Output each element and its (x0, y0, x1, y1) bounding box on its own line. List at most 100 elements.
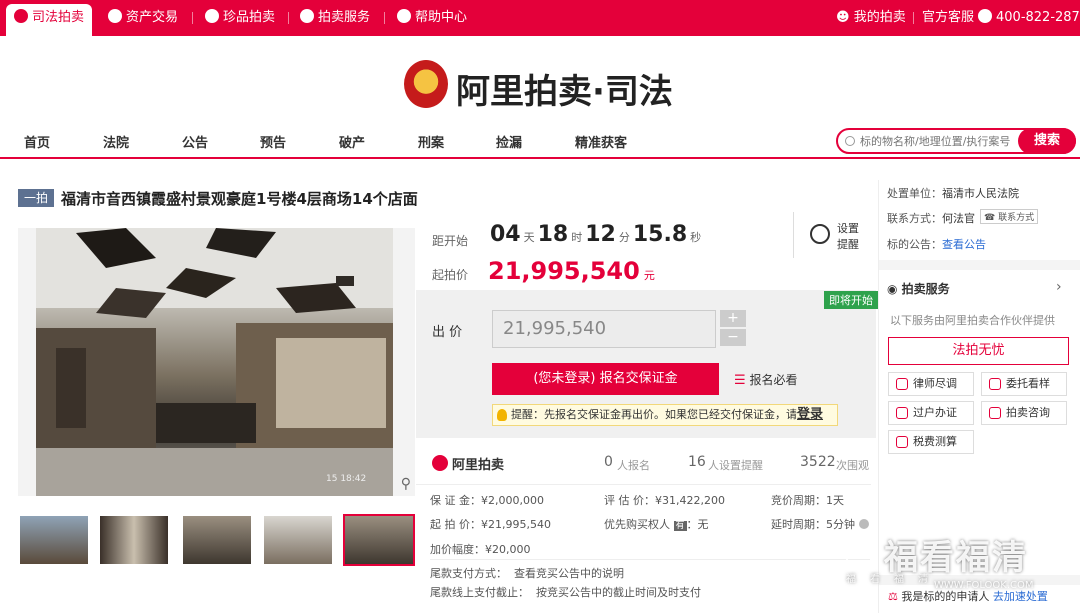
contact-info: 联系方式：何法官 (887, 212, 975, 225)
login-link[interactable]: 登录 (797, 407, 823, 422)
view-count: 3522 (800, 454, 836, 470)
start-price-label: 起拍价 (432, 268, 469, 282)
phone-icon (978, 9, 992, 23)
register-deposit-button[interactable]: (您未登录) 报名交保证金 (492, 363, 719, 395)
lawyer-check-button[interactable]: 律师尽调 (888, 372, 974, 396)
transfer-button[interactable]: 过户办证 (888, 401, 974, 425)
official-service-link[interactable]: 官方客服 (922, 0, 974, 36)
nav-auction-service[interactable]: 拍卖服务 (300, 0, 370, 36)
bid-input[interactable]: 21,995,540 (492, 310, 716, 348)
lawyer-icon (896, 378, 908, 390)
nav-home[interactable]: 首页 (24, 132, 50, 151)
service-phone: 400-822-2870 (978, 0, 1080, 36)
appraisal: 评 估 价：¥31,422,200 (604, 494, 725, 507)
entrust-viewing-button[interactable]: 委托看样 (981, 372, 1067, 396)
site-logo-text: 阿里拍卖·司法 (456, 72, 673, 112)
status-badge: 即将开始 (824, 291, 878, 309)
countdown: 04 天 18 时 12 分 15.8 秒 (490, 222, 702, 247)
nav-divider (0, 157, 1080, 159)
thumbnail[interactable] (264, 516, 332, 564)
calculator-icon (896, 436, 908, 448)
chevron-right-icon[interactable]: › (1056, 279, 1062, 295)
start-price-detail: 起 拍 价：¥21,995,540 (430, 518, 551, 531)
divider (430, 559, 870, 560)
item-title: 福清市音西镇霞盛村景观豪庭1号楼4层商场14个店面 (61, 190, 418, 208)
top-bar: 司法拍卖 资产交易 珍品拍卖 拍卖服务 帮助中心 ☻ 我的拍卖 官方客服 400… (0, 0, 1080, 36)
help-icon[interactable] (858, 519, 869, 529)
countdown-label: 距开始 (432, 234, 469, 248)
court-info: 处置单位：福清市人民法院 (887, 187, 1019, 200)
tax-calc-button[interactable]: 税费测算 (888, 430, 974, 454)
search-icon (845, 136, 855, 146)
asset-icon (108, 9, 122, 23)
nav-bankruptcy[interactable]: 破产 (339, 132, 365, 151)
stats-bar: 阿里拍卖 0 人报名 16 人设置提醒 3522 次围观 (416, 446, 876, 486)
bulb-icon (497, 409, 507, 421)
chat-icon (989, 407, 1001, 419)
thumbnail-selected[interactable] (343, 514, 415, 566)
must-read-link[interactable]: ☰ 报名必看 (734, 371, 798, 388)
reminder-count: 16 (688, 454, 706, 470)
bid-label: 出 价 (432, 325, 463, 340)
court-emblem-logo (404, 60, 448, 108)
nav-courts[interactable]: 法院 (103, 132, 129, 151)
worry-free-button[interactable]: 法拍无忧 (888, 337, 1069, 365)
search-button[interactable]: 搜索 (1018, 128, 1076, 154)
user-icon: ☻ (836, 10, 850, 25)
nav-asset-trading[interactable]: 资产交易 (108, 0, 178, 36)
thumbnail[interactable] (100, 516, 168, 564)
ali-auction-logo-icon (432, 455, 448, 471)
watermark: 福看福清 福 看 福 清 WWW.FOLOOK.COM (846, 536, 1034, 591)
search-box: 搜索 (836, 128, 1076, 154)
priority-buyer: 优先购买权人 有：无 (604, 518, 709, 531)
nav-treasure-auction[interactable]: 珍品拍卖 (205, 0, 275, 36)
treasure-icon (205, 9, 219, 23)
location-icon (989, 378, 1001, 390)
property-image: 15 18:42 (36, 228, 393, 496)
nav-criminal[interactable]: 刑案 (418, 132, 444, 151)
set-reminder-button[interactable]: 设置 提醒 (793, 212, 863, 258)
increase-button[interactable]: + (720, 310, 746, 327)
zoom-icon[interactable]: ⚲ (401, 476, 411, 492)
watermark-logo-icon (846, 536, 876, 566)
round-badge: 一拍 (18, 189, 54, 207)
help-icon (397, 9, 411, 23)
auction-period: 竞价周期：1天 (771, 494, 844, 507)
deposit: 保 证 金：¥2,000,000 (430, 494, 544, 507)
notice-info: 标的公告：查看公告 (887, 238, 986, 251)
search-input[interactable] (860, 133, 1010, 149)
service-description: 以下服务由阿里拍卖合作伙伴提供 (890, 314, 1055, 327)
coins-icon: ☰ (734, 373, 746, 388)
login-tip: 提醒：先报名交保证金再出价。如果您已经交付保证金，请登录 (492, 404, 838, 426)
final-deadline: 尾款线上支付截止： 按竞买公告中的截止时间及时支付 (430, 586, 701, 599)
thumbnail[interactable] (20, 516, 88, 564)
decrease-button[interactable]: − (720, 329, 746, 346)
alarm-clock-icon (810, 224, 830, 244)
section-gap (879, 260, 1080, 270)
nav-help-center[interactable]: 帮助中心 (397, 0, 467, 36)
nav-preview[interactable]: 预告 (260, 132, 286, 151)
nav-bargain[interactable]: 捡漏 (496, 132, 522, 151)
phone-icon: ☎ (984, 213, 996, 223)
headset-icon: ◉ (887, 282, 898, 296)
main-photo[interactable]: 15 18:42 ⚲ (18, 228, 415, 496)
tab-judicial-auction[interactable]: 司法拍卖 (6, 4, 93, 36)
judicial-emblem-icon (14, 9, 28, 23)
thumbnail[interactable] (183, 516, 251, 564)
nav-notices[interactable]: 公告 (182, 132, 208, 151)
view-notice-link[interactable]: 查看公告 (942, 238, 986, 251)
nav-precise-leads[interactable]: 精准获客 (575, 132, 627, 151)
final-payment: 尾款支付方式： 查看竞买公告中的说明 (430, 567, 624, 580)
signup-count: 0 (604, 454, 613, 470)
divider (416, 484, 871, 485)
increment: 加价幅度：¥20,000 (430, 543, 531, 556)
consult-button[interactable]: 拍卖咨询 (981, 401, 1067, 425)
info-badge: 有 (673, 521, 687, 531)
contact-button[interactable]: ☎ 联系方式 (980, 209, 1039, 224)
auction-service-header[interactable]: ◉ 拍卖服务 (887, 280, 950, 297)
start-price: 21,995,540 元 (488, 257, 655, 285)
my-auction-link[interactable]: ☻ 我的拍卖 (836, 0, 906, 36)
heart-icon (300, 9, 314, 23)
document-icon (896, 407, 908, 419)
photo-timestamp: 15 18:42 (326, 474, 367, 484)
